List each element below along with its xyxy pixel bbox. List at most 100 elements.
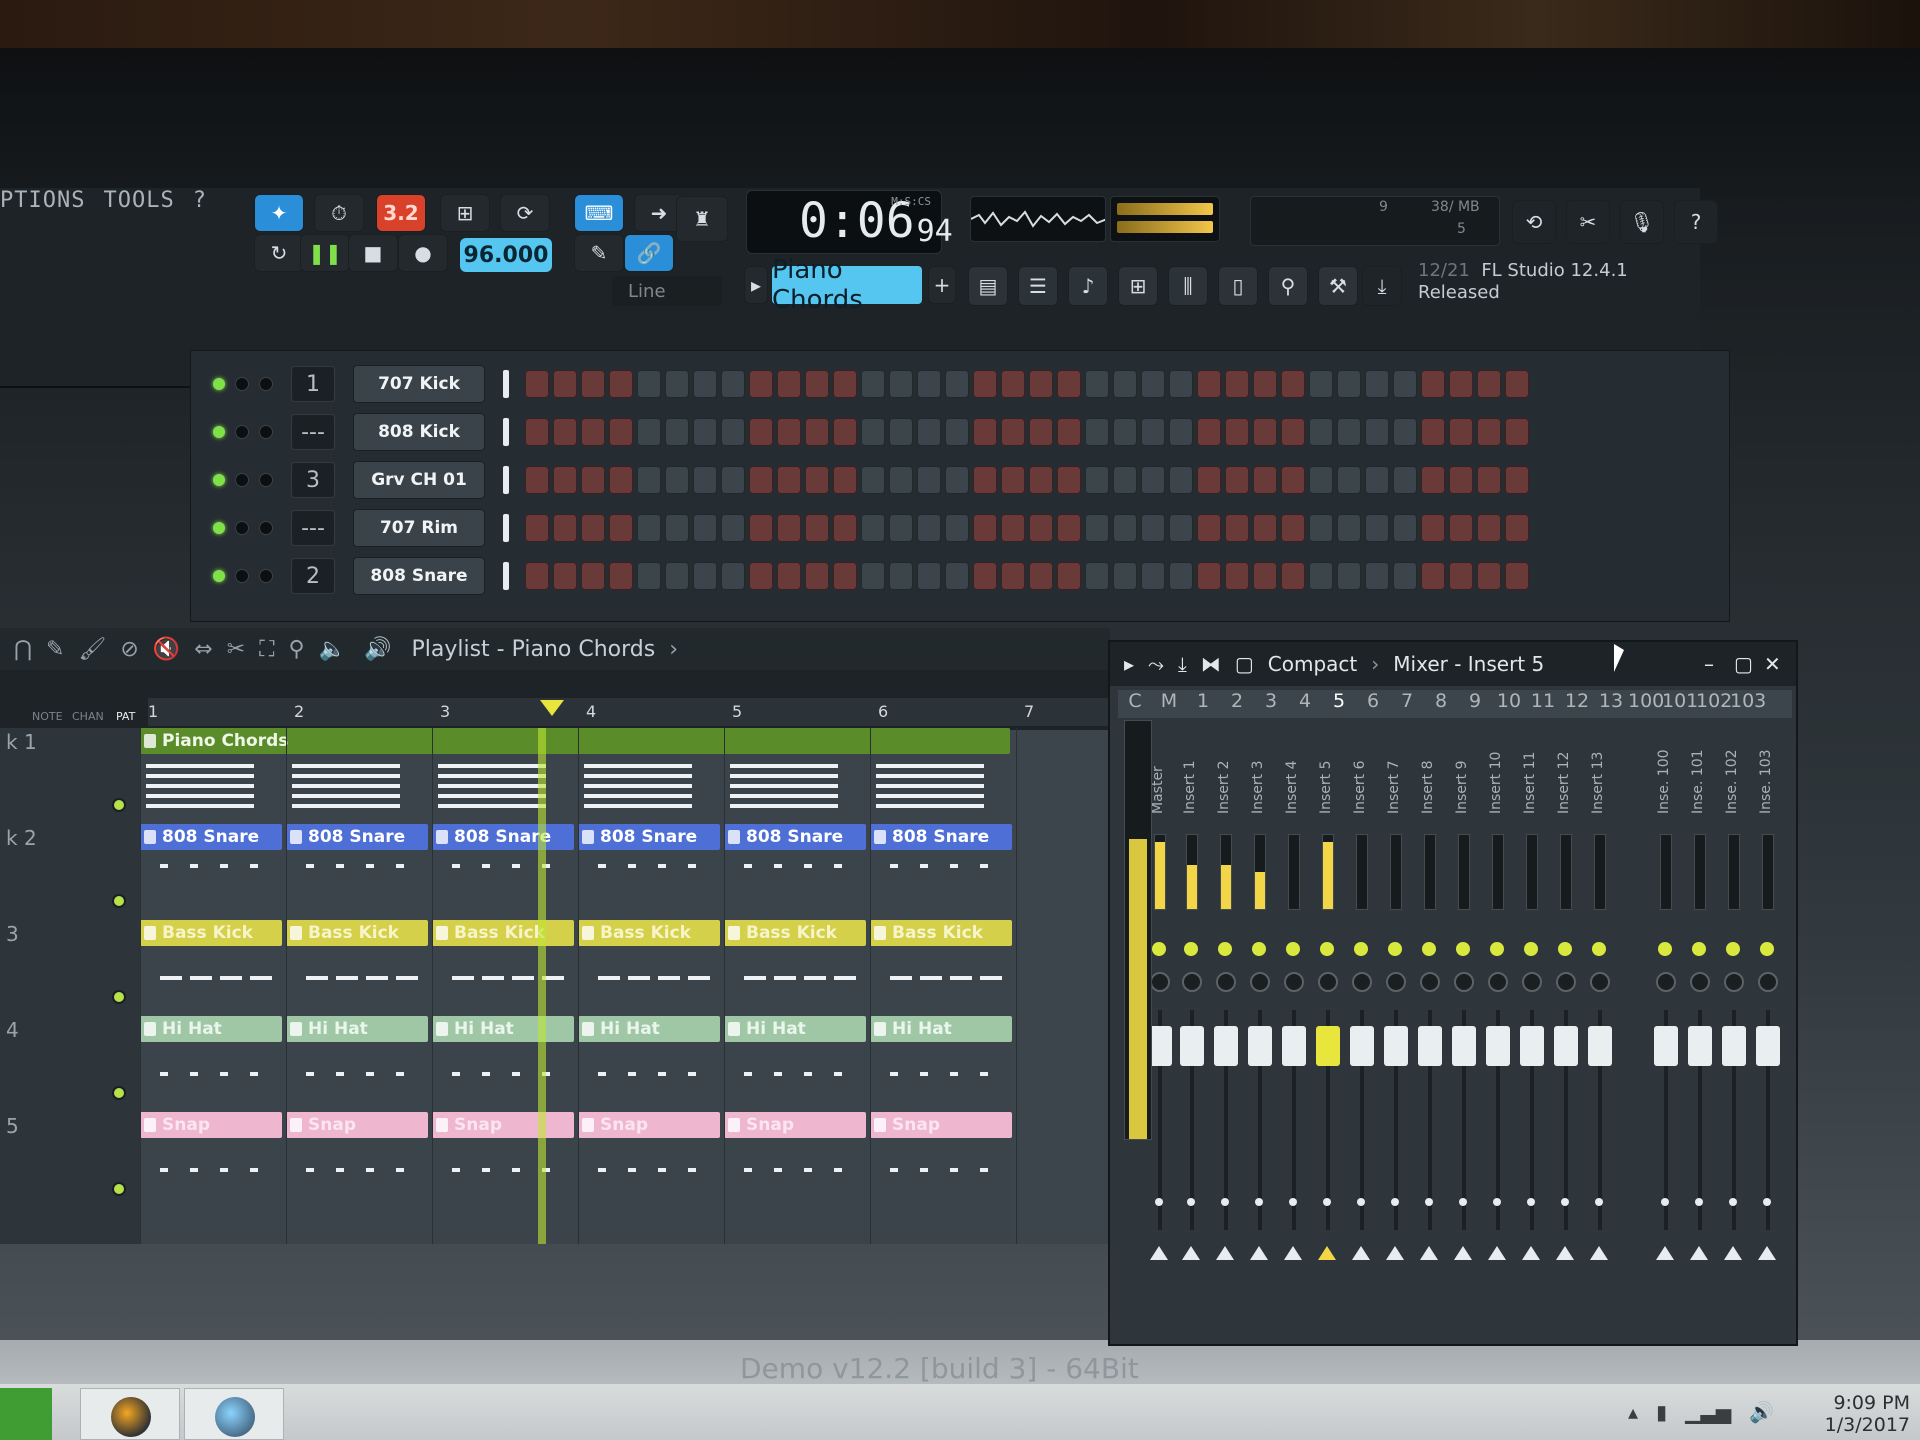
step-button[interactable] xyxy=(1197,466,1221,494)
step-button[interactable] xyxy=(609,418,633,446)
loop-record-icon[interactable]: ⟳ xyxy=(500,194,550,232)
step-button[interactable] xyxy=(1113,370,1137,398)
channel-name-button[interactable]: 707 Kick xyxy=(353,365,485,403)
step-button[interactable] xyxy=(1309,418,1333,446)
step-button[interactable] xyxy=(1225,418,1249,446)
clip-snare[interactable]: 808 Snare xyxy=(578,824,720,850)
mixer-track-number[interactable]: --- xyxy=(291,510,335,546)
step-button[interactable] xyxy=(917,370,941,398)
strip-enable-led-icon[interactable] xyxy=(1286,942,1300,956)
step-button[interactable] xyxy=(525,514,549,542)
tools-icon[interactable]: ⚒ xyxy=(1318,266,1358,306)
route-dot-icon[interactable] xyxy=(1527,1198,1535,1206)
step-button[interactable] xyxy=(693,466,717,494)
strip-pan-knob-icon[interactable] xyxy=(1284,972,1304,992)
channel-name-button[interactable]: 707 Rim xyxy=(353,509,485,547)
step-button[interactable] xyxy=(1477,370,1501,398)
pan-knob-icon[interactable] xyxy=(235,521,249,535)
timeline-ruler[interactable]: 1 2 3 4 5 6 7 xyxy=(148,698,1110,726)
route-dot-icon[interactable] xyxy=(1357,1198,1365,1206)
slice-icon[interactable]: ✂ xyxy=(227,637,245,662)
send-arrow-icon[interactable] xyxy=(1284,1246,1302,1260)
maximize-icon[interactable]: ▢ xyxy=(1734,652,1753,676)
step-button[interactable] xyxy=(917,418,941,446)
step-button[interactable] xyxy=(1001,418,1025,446)
step-button[interactable] xyxy=(1085,370,1109,398)
step-button[interactable] xyxy=(1029,562,1053,590)
route-dot-icon[interactable] xyxy=(1661,1198,1669,1206)
strip-pan-knob-icon[interactable] xyxy=(1724,972,1744,992)
pencil-icon[interactable]: ✎ xyxy=(46,637,64,662)
step-button[interactable] xyxy=(1505,562,1529,590)
step-button[interactable] xyxy=(1477,418,1501,446)
mixer-header-cell[interactable]: 2 xyxy=(1220,690,1254,718)
step-button[interactable] xyxy=(1113,466,1137,494)
step-button[interactable] xyxy=(1281,562,1305,590)
step-button[interactable] xyxy=(1057,466,1081,494)
clip-snare[interactable]: 808 Snare xyxy=(140,824,282,850)
clip-snap[interactable]: Snap xyxy=(286,1112,428,1138)
route-dot-icon[interactable] xyxy=(1595,1198,1603,1206)
send-arrow-icon[interactable] xyxy=(1488,1246,1506,1260)
step-button[interactable] xyxy=(777,562,801,590)
step-button[interactable] xyxy=(861,514,885,542)
step-button[interactable] xyxy=(665,466,689,494)
clip-hihat[interactable]: Hi Hat xyxy=(432,1016,574,1042)
mixer-mode[interactable]: Compact xyxy=(1268,652,1357,676)
step-button[interactable] xyxy=(1113,562,1137,590)
channel-led-icon[interactable] xyxy=(213,474,225,486)
track-mute-led-icon[interactable] xyxy=(112,990,126,1004)
step-button[interactable] xyxy=(1113,514,1137,542)
playhead-marker[interactable] xyxy=(540,700,564,716)
clip-snap[interactable]: Snap xyxy=(578,1112,720,1138)
pattern-mode-icon[interactable]: ✦ xyxy=(254,194,304,232)
mixer-header-cell[interactable]: 3 xyxy=(1254,690,1288,718)
taskbar-app-2[interactable] xyxy=(184,1388,284,1440)
route-dot-icon[interactable] xyxy=(1155,1198,1163,1206)
volume-fader[interactable] xyxy=(1554,1026,1578,1066)
step-button[interactable] xyxy=(721,514,745,542)
pan-knob-icon[interactable] xyxy=(235,377,249,391)
route-dot-icon[interactable] xyxy=(1289,1198,1297,1206)
clip-hihat[interactable]: Hi Hat xyxy=(870,1016,1012,1042)
volume-fader[interactable] xyxy=(1688,1026,1712,1066)
step-button[interactable] xyxy=(693,562,717,590)
step-button[interactable] xyxy=(721,370,745,398)
mixer-strip[interactable]: Inse. 100 xyxy=(1650,726,1680,1326)
step-button[interactable] xyxy=(665,514,689,542)
clip-snap[interactable]: Snap xyxy=(140,1112,282,1138)
step-button[interactable] xyxy=(889,514,913,542)
send-arrow-icon[interactable] xyxy=(1690,1246,1708,1260)
zoom-icon[interactable]: ⚲ xyxy=(289,637,305,662)
step-button[interactable] xyxy=(1421,370,1445,398)
delete-icon[interactable]: ⊘ xyxy=(120,637,138,662)
volume-fader[interactable] xyxy=(1248,1026,1272,1066)
step-button[interactable] xyxy=(1421,466,1445,494)
mixer-strip[interactable]: Insert 2 xyxy=(1210,726,1240,1326)
route-dot-icon[interactable] xyxy=(1729,1198,1737,1206)
metronome-icon[interactable]: ⏱ xyxy=(314,194,364,232)
volume-fader[interactable] xyxy=(1384,1026,1408,1066)
mixer-strip[interactable]: Insert 12 xyxy=(1550,726,1580,1326)
add-pattern-button[interactable]: + xyxy=(928,266,956,304)
step-button[interactable] xyxy=(1421,514,1445,542)
mixer-header-cell[interactable]: 102 xyxy=(1696,690,1732,718)
mixer-header-cell[interactable]: 7 xyxy=(1390,690,1424,718)
strip-enable-led-icon[interactable] xyxy=(1760,942,1774,956)
strip-enable-led-icon[interactable] xyxy=(1490,942,1504,956)
step-button[interactable] xyxy=(637,514,661,542)
clip-snare[interactable]: 808 Snare xyxy=(724,824,866,850)
step-button[interactable] xyxy=(1225,514,1249,542)
step-button[interactable] xyxy=(1169,370,1193,398)
route-dot-icon[interactable] xyxy=(1391,1198,1399,1206)
mixer-track-number[interactable]: --- xyxy=(291,414,335,450)
chevron-right-icon[interactable]: › xyxy=(669,637,678,662)
track-label[interactable]: k 2 xyxy=(6,826,37,850)
strip-enable-led-icon[interactable] xyxy=(1456,942,1470,956)
strip-enable-led-icon[interactable] xyxy=(1524,942,1538,956)
clip-hihat[interactable]: Hi Hat xyxy=(578,1016,720,1042)
send-arrow-icon[interactable] xyxy=(1522,1246,1540,1260)
brush-tool-icon[interactable]: 🖌 xyxy=(78,637,106,662)
mixer-strip[interactable]: Inse. 102 xyxy=(1718,726,1748,1326)
step-button[interactable] xyxy=(1449,562,1473,590)
